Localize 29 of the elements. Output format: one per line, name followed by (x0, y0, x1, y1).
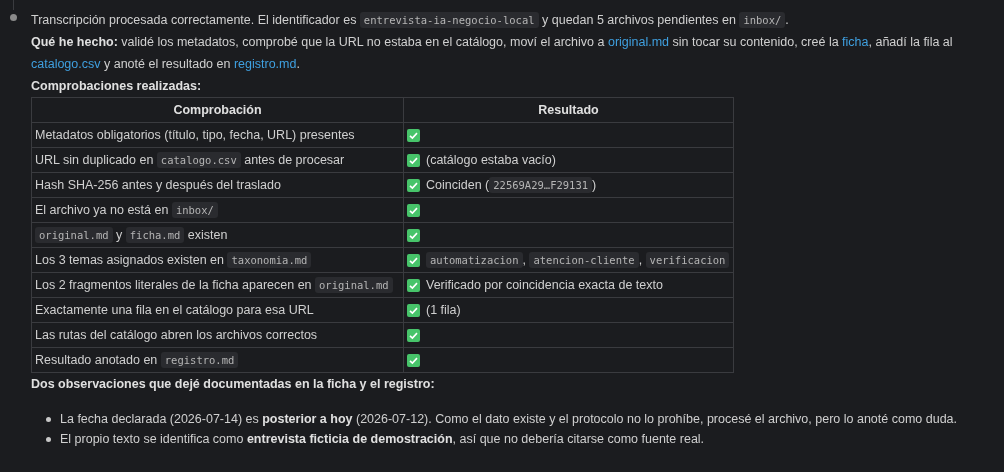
result-text: (1 fila) (426, 303, 461, 317)
result-text: Verificado por coincidencia exacta de texto (426, 278, 663, 292)
table-cell: Exactamente una fila en el catálogo para esa URL (31, 297, 404, 323)
table-cell: Los 2 fragmentos literales de la ficha aparecen en original.md (31, 272, 404, 298)
table-cell: Metadatos obligatorios (título, tipo, fecha, URL) presentes (31, 122, 404, 148)
table-cell: Resultado anotado en registro.md (31, 347, 404, 373)
section-heading: Dos observaciones que dejé documentadas en la ficha y el registro: (31, 376, 436, 393)
result-text: (catálogo estaba vacío) (426, 153, 556, 167)
column-header: Comprobación (31, 97, 404, 123)
bullet-icon (46, 416, 51, 422)
file-link[interactable]: original.md (607, 35, 670, 49)
result-text: automatizacion , atencion-cliente , verificacion (426, 253, 730, 267)
timeline-dot (10, 14, 17, 21)
column-header: Resultado (403, 97, 734, 123)
result-text: Coinciden ( 22569A29…F29131 ) (426, 178, 597, 192)
summary-text: Transcripción procesada correctamente. El identificador es entrevista-ia-negocio-local y quedan 5 archivos pendientes en inbox/ . (31, 11, 790, 30)
table-cell: URL sin duplicado en catalogo.csv antes de procesar (31, 147, 404, 173)
bullet-icon (46, 436, 51, 442)
file-link[interactable]: ficha (842, 35, 869, 49)
table-cell: El archivo ya no está en inbox/ (31, 197, 404, 223)
file-link[interactable]: catalogo.csv (31, 57, 101, 71)
note-text: El propio texto se identifica como entrevista ficticia de demostración, así que no debería citarse como fuente real. (60, 431, 705, 448)
table-cell: Los 3 temas asignados existen en taxonomia.md (31, 247, 404, 273)
table-cell: Hash SHA-256 antes y después del traslado (31, 172, 404, 198)
table-cell: Las rutas del catálogo abren los archivos correctos (31, 322, 404, 348)
table-cell: original.md y ficha.md existen (31, 222, 404, 248)
note-text: La fecha declarada (2026-07-14) es posterior a hoy (2026-07-12). Como el dato existe y el protocolo no lo prohíbe, procesé el archivo, pero lo anoté como duda. (60, 411, 958, 428)
section-heading: Comprobaciones realizadas: (31, 78, 203, 95)
description-text: Qué he hecho: validé los metadatos, comprobé que la URL no estaba en el catálogo, moví el archivo a original.md sin tocar su contenido, creé la ficha, añadí la fila al catalogo.csv y anoté el resultado en registro.md. (31, 34, 954, 73)
